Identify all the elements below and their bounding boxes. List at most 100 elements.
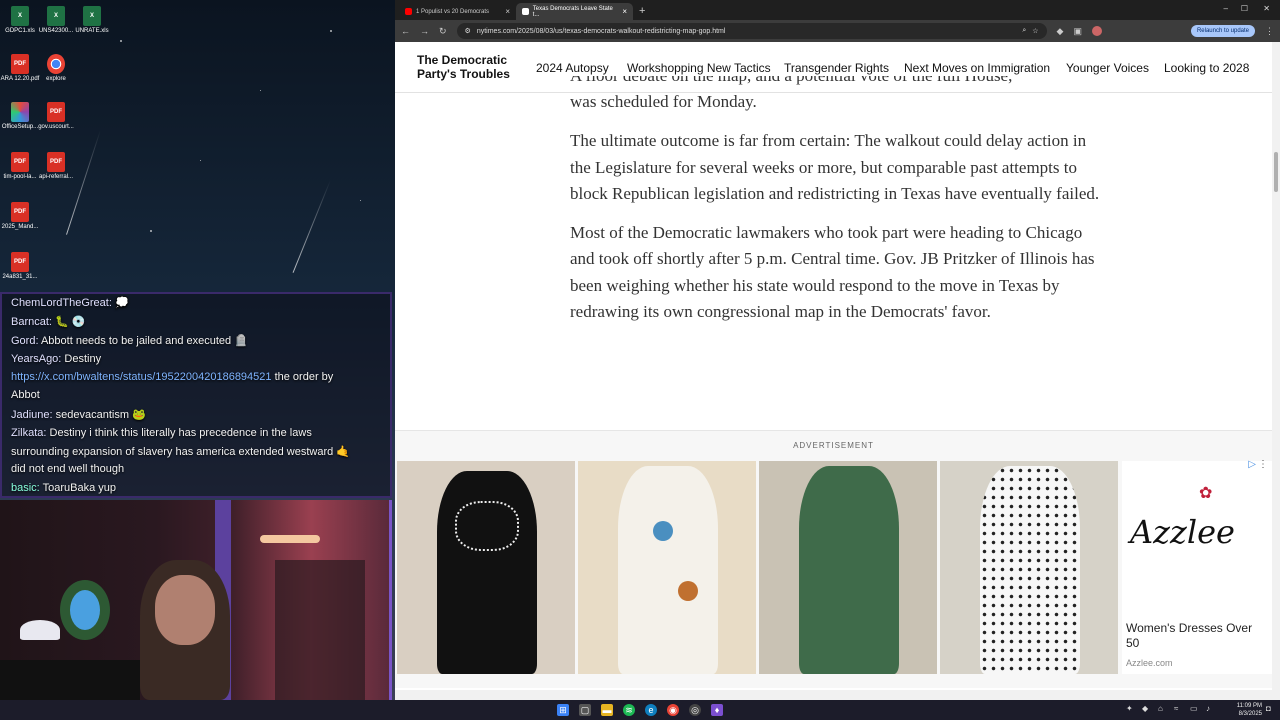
system-clock[interactable]: 11:09 PM 8/3/2025: [1237, 702, 1262, 718]
task-view-icon[interactable]: ▢: [579, 704, 591, 716]
battery-icon[interactable]: ▭: [1190, 704, 1198, 713]
excel-icon: X: [11, 6, 29, 26]
reload-icon[interactable]: ↻: [439, 26, 447, 37]
extension-icon[interactable]: ◆: [1057, 26, 1064, 37]
chat-message: ChemLordTheGreat: 💭: [11, 297, 129, 309]
extensions-puzzle-icon[interactable]: ▣: [1073, 26, 1082, 37]
ad-domain: Azzlee.com: [1126, 658, 1173, 668]
pdf-icon: PDF: [11, 152, 29, 172]
chrome-taskbar-icon[interactable]: ◉: [667, 704, 679, 716]
rose-logo-icon: ✿: [1199, 485, 1213, 502]
web-page: The Democratic Party's Troubles 2024 Aut…: [395, 42, 1280, 700]
app-icon[interactable]: ♦: [711, 704, 723, 716]
file-explorer-icon[interactable]: ▬: [601, 704, 613, 716]
maximize-icon[interactable]: ☐: [1241, 4, 1248, 13]
spotify-icon[interactable]: ≋: [623, 704, 635, 716]
desktop-icon-2025-mand[interactable]: PDF 2025_Mand...: [0, 202, 40, 231]
ad-dress-image[interactable]: [578, 461, 756, 674]
relaunch-button[interactable]: Relaunch to update: [1190, 25, 1255, 37]
nav-link-2028[interactable]: Looking to 2028: [1164, 61, 1249, 75]
nav-link-transgender-rights[interactable]: Transgender Rights: [784, 61, 889, 75]
chat-message: YearsAgo: Destiny: [11, 353, 102, 365]
ad-dress-image[interactable]: [940, 461, 1118, 674]
adchoices-icon[interactable]: ▷: [1248, 459, 1256, 470]
chat-link[interactable]: https://x.com/bwaltens/status/1952200420…: [11, 371, 272, 383]
nav-link-2024-autopsy[interactable]: 2024 Autopsy: [536, 61, 609, 75]
ad-menu-icon[interactable]: ⋮: [1258, 459, 1268, 470]
forward-icon[interactable]: →: [420, 26, 429, 36]
pdf-icon: PDF: [47, 102, 65, 122]
browser-window: 1 Populist vs 20 Democrats × Texas Democ…: [395, 0, 1280, 700]
notification-icon[interactable]: ◘: [1266, 704, 1271, 713]
wifi-icon[interactable]: ≈: [1174, 704, 1178, 713]
screen: X GDPC1.xls X UNS42300... X UNRATE.xls P…: [0, 0, 1280, 720]
article-paragraph: was scheduled for Monday.: [570, 92, 757, 111]
tab-texas-democrats[interactable]: Texas Democrats Leave State t... ×: [516, 3, 633, 20]
chat-message: https://x.com/bwaltens/status/1952200420…: [11, 371, 334, 383]
edge-icon[interactable]: e: [645, 704, 657, 716]
section-title[interactable]: The Democratic Party's Troubles: [417, 53, 510, 81]
excel-icon: X: [47, 6, 65, 26]
article-partial-line: A floor debate on the map, and a potenti…: [570, 76, 1100, 89]
tray-icon[interactable]: ◆: [1142, 704, 1148, 713]
chat-message: surrounding expansion of slavery has ame…: [11, 446, 350, 458]
ad-dress-image[interactable]: [759, 461, 937, 674]
address-bar[interactable]: ⚙ nytimes.com/2025/08/03/us/texas-democr…: [456, 23, 1047, 39]
new-tab-button[interactable]: +: [633, 5, 651, 20]
zoom-icon[interactable]: ⌕: [1022, 27, 1026, 35]
chat-message: did not end well though: [11, 463, 125, 475]
chat-message: Jadiune: sedevacantism 🐸: [11, 409, 146, 421]
profile-avatar[interactable]: [1091, 26, 1102, 36]
close-tab-icon[interactable]: ×: [622, 7, 627, 16]
volume-icon[interactable]: ♪: [1206, 704, 1210, 713]
nav-link-younger-voices[interactable]: Younger Voices: [1066, 61, 1149, 75]
chrome-icon: [47, 54, 65, 74]
desktop-icon-gov-uscourt[interactable]: PDF gov.uscourt...: [36, 102, 76, 131]
chat-message: Gord: Abbott needs to be jailed and exec…: [11, 335, 248, 347]
desktop-icon-gdpc1[interactable]: X GDPC1.xls: [0, 6, 40, 35]
stream-chat: ChemLordTheGreat: 💭 Barncat: 🐛 💿 Gord: A…: [0, 292, 392, 498]
scrollbar-thumb[interactable]: [1274, 152, 1278, 192]
chat-message: Zilkata: Destiny i think this literally …: [11, 427, 312, 439]
pdf-icon: PDF: [11, 202, 29, 222]
obs-icon[interactable]: ◎: [689, 704, 701, 716]
nav-link-immigration[interactable]: Next Moves on Immigration: [904, 61, 1050, 75]
ad-label: ADVERTISEMENT: [793, 441, 874, 450]
desktop-icon-ara[interactable]: PDF ARA 12.20.pdf: [0, 54, 40, 83]
tab-populist[interactable]: 1 Populist vs 20 Democrats ×: [399, 3, 516, 20]
close-window-icon[interactable]: ✕: [1263, 4, 1270, 13]
network-icon[interactable]: ⌂: [1158, 704, 1163, 713]
pdf-icon: PDF: [11, 54, 29, 74]
ad-side-panel[interactable]: ▷ ⋮ ✿ Azzlee Women's Dresses Over 50 Azz…: [1122, 459, 1272, 674]
article-body: A floor debate on the map, and a potenti…: [570, 76, 1100, 338]
advertisement[interactable]: ADVERTISEMENT ▷ ⋮ ✿ Azzlee Women's Dress…: [395, 430, 1272, 688]
ad-dress-image[interactable]: [397, 461, 575, 674]
chat-message: basic: ToaruBaka yup: [11, 482, 116, 494]
horizontal-scrollbar[interactable]: [395, 690, 1280, 700]
desktop-icon-explore[interactable]: explore: [36, 54, 76, 83]
pdf-icon: PDF: [11, 252, 29, 272]
start-icon[interactable]: ⊞: [557, 704, 569, 716]
desktop-icon-uns[interactable]: X UNS42300...: [36, 6, 76, 35]
browser-toolbar: ← → ↻ ⚙ nytimes.com/2025/08/03/us/texas-…: [395, 20, 1280, 42]
desktop-icon-unrate[interactable]: X UNRATE.xls: [72, 6, 112, 35]
back-icon[interactable]: ←: [401, 26, 410, 36]
ad-headline[interactable]: Women's Dresses Over 50: [1126, 621, 1266, 651]
desktop-icon-24a831[interactable]: PDF 24a831_31...: [0, 252, 40, 281]
taskbar: ⊞ ▢ ▬ ≋ e ◉ ◎ ♦ ✦ ◆ ⌂ ≈ ▭ ♪ 11:09 PM 8/3…: [0, 700, 1280, 720]
desktop-icon-api-referral[interactable]: PDF api-referral...: [36, 152, 76, 181]
close-tab-icon[interactable]: ×: [505, 7, 510, 16]
webcam-feed: [0, 500, 392, 700]
bookmark-star-icon[interactable]: ☆: [1032, 27, 1038, 35]
menu-icon[interactable]: ⋮: [1265, 26, 1274, 37]
office-icon: [11, 102, 29, 122]
excel-icon: X: [83, 6, 101, 26]
ad-brand-logo: Azzlee: [1130, 513, 1235, 551]
desktop-icon-officesetup[interactable]: OfficeSetup...: [0, 102, 40, 131]
vertical-scrollbar[interactable]: [1272, 42, 1280, 692]
site-info-icon[interactable]: ⚙: [465, 27, 471, 35]
minimize-icon[interactable]: –: [1224, 4, 1228, 13]
tray-icon[interactable]: ✦: [1126, 704, 1133, 713]
nav-link-workshopping[interactable]: Workshopping New Tactics: [627, 61, 771, 75]
desktop-icon-tim-pool[interactable]: PDF tim-pool-la...: [0, 152, 40, 181]
